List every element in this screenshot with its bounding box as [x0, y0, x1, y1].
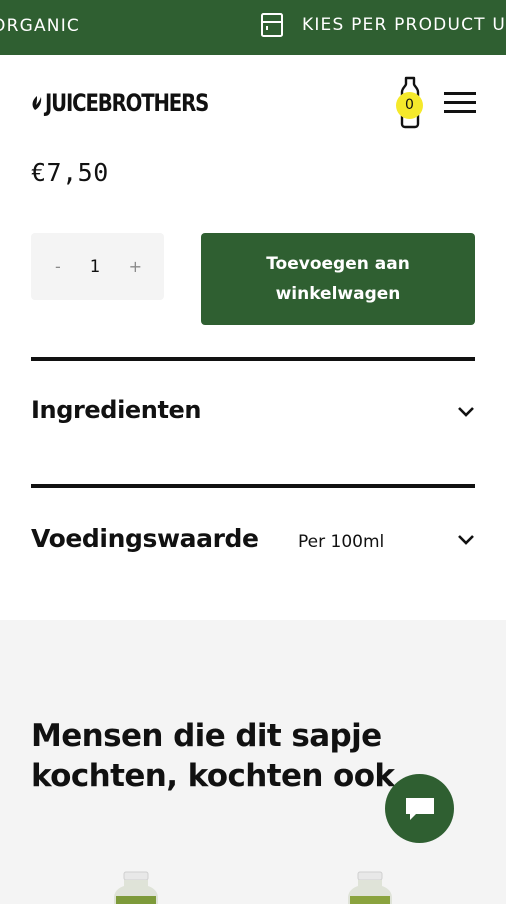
logo-text: JUICEBROTHERS — [45, 89, 209, 117]
related-products-section: Mensen die dit sapje kochten, kochten oo… — [0, 620, 506, 904]
accordion-title: Ingredienten — [31, 396, 202, 424]
chat-icon — [405, 797, 434, 820]
cart-count-badge: 0 — [396, 92, 423, 119]
promo-text-organic: ORGANIC — [0, 16, 80, 36]
add-to-cart-button[interactable]: Toevoegen aan winkelwagen — [201, 233, 475, 325]
hamburger-menu-icon[interactable] — [444, 91, 476, 115]
quantity-increase-button[interactable]: + — [129, 257, 142, 276]
promo-item-choose: KIES PER PRODUCT U — [260, 12, 506, 38]
quantity-stepper: - 1 + — [31, 233, 164, 300]
logo[interactable]: JUICEBROTHERS — [30, 85, 244, 121]
promo-bar: ORGANIC KIES PER PRODUCT U — [0, 0, 506, 55]
accordion-title: Voedingswaarde — [31, 524, 259, 553]
product-price: €7,50 — [31, 158, 109, 187]
accordion-ingredients[interactable]: Ingredienten — [31, 357, 475, 462]
product-bottle-image[interactable] — [112, 870, 160, 904]
accordion-subtitle: Per 100ml — [298, 532, 385, 552]
site-header: JUICEBROTHERS 0 — [0, 55, 506, 150]
chat-button[interactable] — [385, 774, 454, 843]
chevron-down-icon — [458, 407, 474, 417]
promo-text-choose: KIES PER PRODUCT U — [302, 15, 506, 35]
quantity-value[interactable]: 1 — [90, 257, 100, 277]
accordion-nutrition[interactable]: Voedingswaarde Per 100ml — [31, 484, 475, 584]
quantity-decrease-button[interactable]: - — [55, 257, 61, 276]
cart-button[interactable]: 0 — [396, 76, 426, 131]
product-bottle-image[interactable] — [346, 870, 394, 904]
leaf-icon — [32, 96, 42, 110]
related-products-title: Mensen die dit sapje kochten, kochten oo… — [31, 718, 395, 794]
cabinet-icon — [261, 13, 283, 37]
chevron-down-icon — [458, 535, 474, 545]
